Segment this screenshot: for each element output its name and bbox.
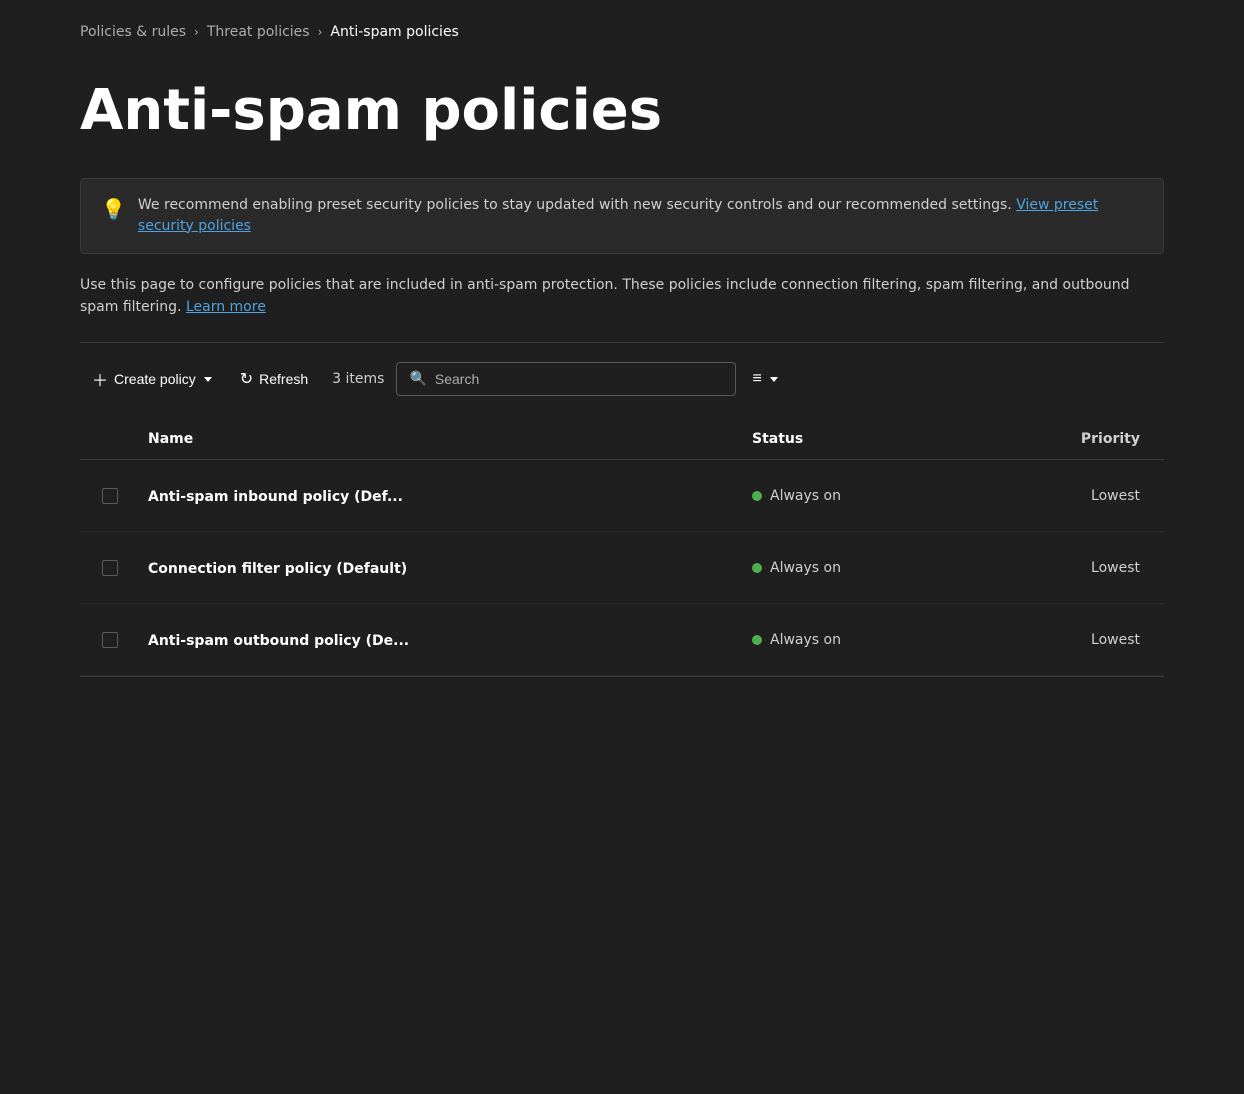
row-1-status-cell: Always on: [744, 472, 964, 520]
breadcrumb-current: Anti-spam policies: [330, 24, 458, 40]
col-priority: Priority: [964, 427, 1164, 451]
table-bottom-border: [80, 676, 1164, 677]
filter-chevron: [770, 377, 778, 382]
filter-icon: ≡: [752, 370, 761, 388]
row-3-status-dot: [752, 635, 762, 645]
row-1-checkbox-cell: [80, 472, 140, 520]
row-1-name-cell: Anti-spam inbound policy (Def...: [140, 470, 744, 521]
create-policy-button[interactable]: ＋ Create policy: [80, 359, 224, 399]
row-3-checkbox-cell: [80, 616, 140, 664]
search-icon: 🔍: [409, 371, 426, 387]
create-policy-chevron: [204, 377, 212, 382]
filter-button[interactable]: ≡: [740, 362, 789, 396]
row-2-status-dot: [752, 563, 762, 573]
toolbar: ＋ Create policy ↻ Refresh 3 items 🔍 ≡: [80, 359, 1164, 399]
policies-table: Name Status Priority Anti-spam inbound p…: [80, 419, 1164, 677]
row-1-priority: Lowest: [1091, 488, 1140, 504]
row-1-status: Always on: [770, 488, 841, 504]
row-2-status-cell: Always on: [744, 544, 964, 592]
breadcrumb-chevron-1: ›: [194, 25, 199, 39]
col-name: Name: [140, 427, 744, 451]
info-banner: 💡 We recommend enabling preset security …: [80, 178, 1164, 254]
row-2-checkbox-cell: [80, 544, 140, 592]
row-3-checkbox[interactable]: [102, 632, 118, 648]
row-3-priority-cell: Lowest: [964, 616, 1164, 664]
row-2-priority-cell: Lowest: [964, 544, 1164, 592]
refresh-label: Refresh: [259, 371, 308, 387]
row-3-priority: Lowest: [1091, 632, 1140, 648]
table-header: Name Status Priority: [80, 419, 1164, 460]
breadcrumb-threat-policies[interactable]: Threat policies: [207, 24, 310, 40]
create-policy-label: Create policy: [114, 371, 196, 387]
row-3-name: Anti-spam outbound policy (De...: [148, 633, 409, 649]
row-2-name: Connection filter policy (Default): [148, 561, 407, 577]
refresh-button[interactable]: ↻ Refresh: [228, 361, 320, 397]
row-1-status-dot: [752, 491, 762, 501]
page-title: Anti-spam policies: [80, 80, 1164, 142]
row-3-name-cell: Anti-spam outbound policy (De...: [140, 614, 744, 665]
col-status: Status: [744, 427, 964, 451]
divider: [80, 342, 1164, 343]
description-text: Use this page to configure policies that…: [80, 274, 1164, 319]
col-checkbox: [80, 427, 140, 451]
row-2-priority: Lowest: [1091, 560, 1140, 576]
row-2-name-cell: Connection filter policy (Default): [140, 542, 744, 593]
row-1-checkbox[interactable]: [102, 488, 118, 504]
plus-icon: ＋: [92, 367, 108, 391]
breadcrumb-chevron-2: ›: [318, 25, 323, 39]
table-row[interactable]: Anti-spam inbound policy (Def... Always …: [80, 460, 1164, 532]
learn-more-link[interactable]: Learn more: [186, 299, 266, 315]
row-2-checkbox[interactable]: [102, 560, 118, 576]
row-3-status-cell: Always on: [744, 616, 964, 664]
breadcrumb: Policies & rules › Threat policies › Ant…: [80, 24, 1164, 40]
table-row[interactable]: Connection filter policy (Default) Alway…: [80, 532, 1164, 604]
breadcrumb-policies-rules[interactable]: Policies & rules: [80, 24, 186, 40]
search-box[interactable]: 🔍: [396, 362, 736, 396]
row-1-priority-cell: Lowest: [964, 472, 1164, 520]
row-1-name: Anti-spam inbound policy (Def...: [148, 489, 403, 505]
row-2-status: Always on: [770, 560, 841, 576]
refresh-icon: ↻: [240, 369, 253, 389]
items-count: 3 items: [332, 371, 384, 387]
row-3-status: Always on: [770, 632, 841, 648]
table-row[interactable]: Anti-spam outbound policy (De... Always …: [80, 604, 1164, 676]
search-input[interactable]: [435, 371, 724, 387]
lightbulb-icon: 💡: [101, 197, 126, 221]
info-banner-text: We recommend enabling preset security po…: [138, 195, 1143, 237]
